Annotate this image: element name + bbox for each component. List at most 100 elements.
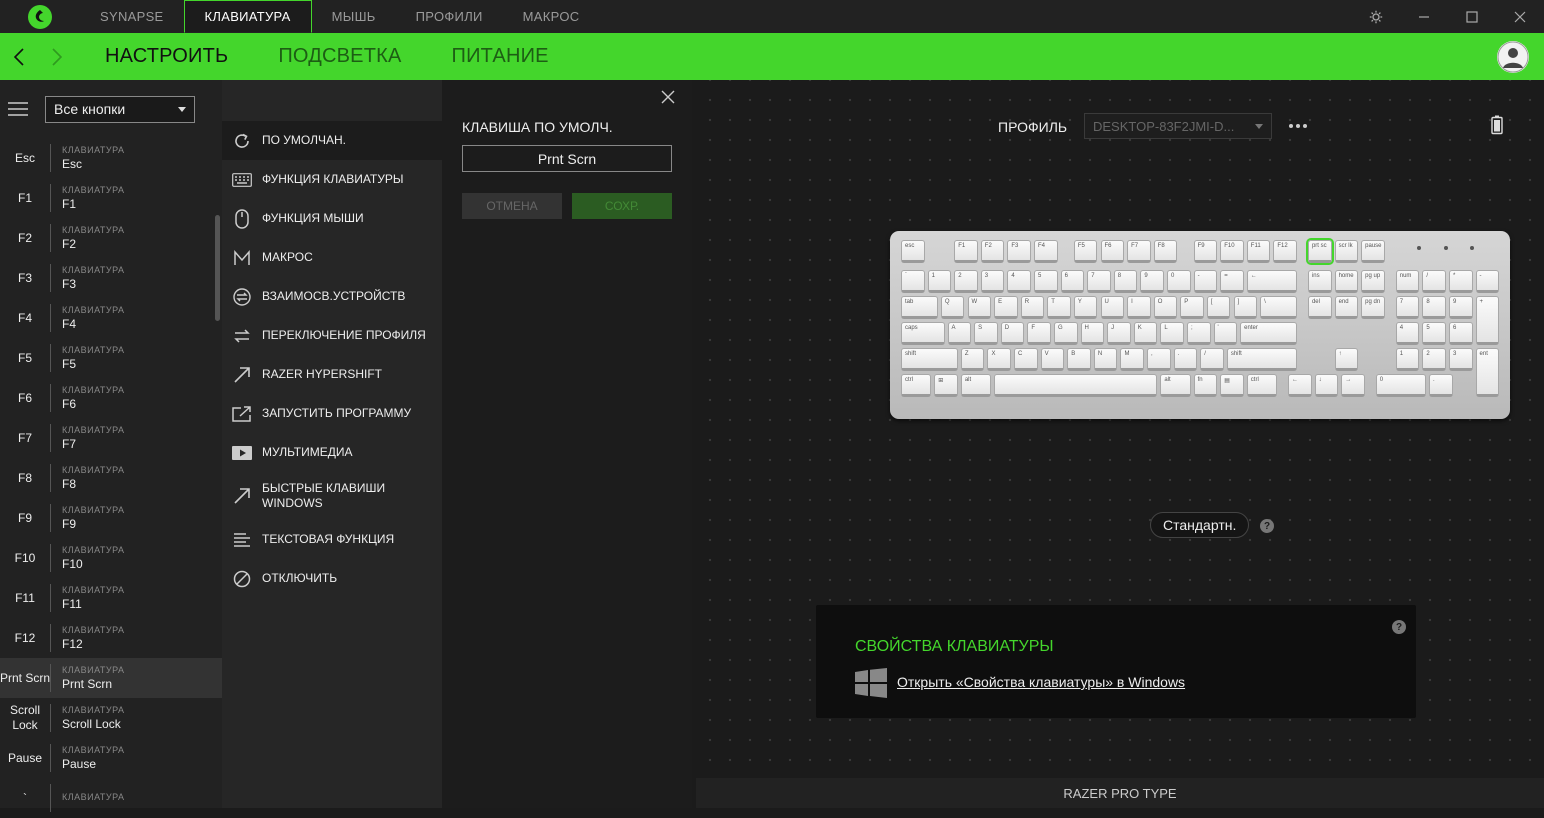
- keycap[interactable]: =: [1220, 269, 1244, 293]
- help-icon[interactable]: ?: [1260, 519, 1274, 533]
- keycap[interactable]: end: [1334, 295, 1359, 319]
- keycap[interactable]: D: [1000, 321, 1025, 345]
- keycap[interactable]: Q: [940, 295, 965, 319]
- keycap[interactable]: alt: [960, 373, 992, 397]
- keycap[interactable]: 3: [980, 269, 1005, 293]
- keycap[interactable]: ;: [1186, 321, 1211, 345]
- key-list-item[interactable]: F2 КЛАВИАТУРА F2: [0, 218, 222, 258]
- back-arrow-icon[interactable]: [0, 33, 38, 80]
- key-list-item[interactable]: F12 КЛАВИАТУРА F12: [0, 618, 222, 658]
- subtab-power[interactable]: ПИТАНИЕ: [452, 45, 549, 68]
- keycap[interactable]: 5: [1034, 269, 1058, 293]
- keycap[interactable]: *: [1448, 269, 1473, 293]
- keycap[interactable]: F11: [1246, 240, 1271, 263]
- keycap[interactable]: [994, 373, 1158, 397]
- keycap[interactable]: E: [994, 295, 1018, 319]
- keycap[interactable]: -: [1193, 269, 1218, 293]
- keycap[interactable]: M: [1120, 347, 1145, 371]
- keycap[interactable]: scr lk: [1334, 240, 1359, 263]
- tab-mouse[interactable]: МЫШЬ: [312, 0, 396, 33]
- keycap[interactable]: X: [987, 347, 1012, 371]
- mode-toggle[interactable]: Стандартн.: [1150, 512, 1250, 538]
- key-list-item[interactable]: Esc КЛАВИАТУРА Esc: [0, 138, 222, 178]
- keycap[interactable]: S: [974, 321, 998, 345]
- keycap[interactable]: pg up: [1361, 269, 1385, 293]
- keycap[interactable]: 2: [954, 269, 978, 293]
- keycap[interactable]: home: [1334, 269, 1359, 293]
- settings-icon[interactable]: [1352, 0, 1400, 33]
- keycap[interactable]: ent: [1475, 347, 1500, 397]
- keycap[interactable]: F1: [954, 240, 978, 263]
- key-list-item[interactable]: F5 КЛАВИАТУРА F5: [0, 338, 222, 378]
- subtab-lighting[interactable]: ПОДСВЕТКА: [278, 45, 401, 68]
- keycap[interactable]: W: [967, 295, 992, 319]
- key-list-item[interactable]: ` КЛАВИАТУРА: [0, 778, 222, 818]
- keycap[interactable]: ▤: [1220, 373, 1244, 397]
- keycap[interactable]: 5: [1422, 321, 1446, 345]
- keycap[interactable]: 2: [1422, 347, 1446, 371]
- keycap[interactable]: ctrl: [1246, 373, 1278, 397]
- tab-macro[interactable]: МАКРОС: [503, 0, 600, 33]
- key-list-item[interactable]: F9 КЛАВИАТУРА F9: [0, 498, 222, 538]
- keycap[interactable]: F8: [1153, 240, 1178, 263]
- keycap[interactable]: O: [1153, 295, 1178, 319]
- close-icon[interactable]: [660, 89, 676, 105]
- scrollbar[interactable]: [215, 215, 220, 321]
- keycap[interactable]: pause: [1361, 240, 1385, 263]
- tab-profiles[interactable]: ПРОФИЛИ: [396, 0, 503, 33]
- keycap[interactable]: del: [1307, 295, 1332, 319]
- function-mouse[interactable]: ФУНКЦИЯ МЫШИ: [222, 199, 442, 238]
- keycap[interactable]: /: [1422, 269, 1446, 293]
- keycap[interactable]: 7: [1395, 295, 1420, 319]
- key-list-item[interactable]: F8 КЛАВИАТУРА F8: [0, 458, 222, 498]
- keycap[interactable]: F12: [1273, 240, 1297, 263]
- function-macro[interactable]: МАКРОС: [222, 238, 442, 277]
- key-list-item[interactable]: Pause КЛАВИАТУРА Pause: [0, 738, 222, 778]
- keycap[interactable]: /: [1200, 347, 1224, 371]
- keycap[interactable]: N: [1093, 347, 1118, 371]
- tab-synapse[interactable]: SYNAPSE: [80, 0, 184, 33]
- keycap[interactable]: G: [1053, 321, 1078, 345]
- key-list-item[interactable]: F11 КЛАВИАТУРА F11: [0, 578, 222, 618]
- keycap[interactable]: \: [1260, 295, 1297, 319]
- keycap[interactable]: U: [1100, 295, 1125, 319]
- key-list-item[interactable]: F10 КЛАВИАТУРА F10: [0, 538, 222, 578]
- save-button[interactable]: СОХР.: [572, 193, 672, 219]
- keycap-selected[interactable]: prt sc: [1307, 240, 1332, 263]
- keycap[interactable]: L: [1160, 321, 1184, 345]
- keycap[interactable]: 9: [1140, 269, 1164, 293]
- keycap[interactable]: F9: [1193, 240, 1218, 263]
- keycap[interactable]: ': [1213, 321, 1238, 345]
- function-switch-profile[interactable]: ПЕРЕКЛЮЧЕНИЕ ПРОФИЛЯ: [222, 316, 442, 355]
- key-list-item[interactable]: F6 КЛАВИАТУРА F6: [0, 378, 222, 418]
- close-icon[interactable]: [1496, 0, 1544, 33]
- function-hypershift[interactable]: RAZER HYPERSHIFT: [222, 355, 442, 394]
- keycap[interactable]: 7: [1087, 269, 1111, 293]
- keycap[interactable]: fn: [1193, 373, 1218, 397]
- keycap[interactable]: ]: [1233, 295, 1258, 319]
- keycap[interactable]: 0: [1375, 373, 1426, 397]
- keycap[interactable]: 4: [1007, 269, 1031, 293]
- function-interdevice[interactable]: ВЗАИМОСВ.УСТРОЙСТВ: [222, 277, 442, 316]
- key-filter-dropdown[interactable]: Все кнопки: [45, 95, 195, 123]
- key-list-item[interactable]: F4 КЛАВИАТУРА F4: [0, 298, 222, 338]
- keycap[interactable]: shift: [1226, 347, 1297, 371]
- keycap[interactable]: F6: [1100, 240, 1125, 263]
- keycap[interactable]: pg dn: [1361, 295, 1385, 319]
- key-list-item[interactable]: Prnt Scrn КЛАВИАТУРА Prnt Scrn: [0, 658, 222, 698]
- keycap[interactable]: B: [1067, 347, 1091, 371]
- maximize-icon[interactable]: [1448, 0, 1496, 33]
- keycap[interactable]: tab: [901, 295, 938, 319]
- keycap[interactable]: Z: [960, 347, 985, 371]
- tab-keyboard[interactable]: КЛАВИАТУРА: [183, 0, 312, 33]
- keycap[interactable]: F5: [1073, 240, 1098, 263]
- keycap[interactable]: ↓: [1314, 373, 1339, 397]
- keycap[interactable]: T: [1047, 295, 1071, 319]
- keycap[interactable]: 3: [1448, 347, 1473, 371]
- keycap[interactable]: .: [1429, 373, 1453, 397]
- keycap[interactable]: C: [1014, 347, 1038, 371]
- keycap[interactable]: I: [1127, 295, 1151, 319]
- keycap[interactable]: [: [1206, 295, 1231, 319]
- function-reset[interactable]: ПО УМОЛЧАН.: [222, 121, 442, 160]
- keycap[interactable]: ,: [1147, 347, 1171, 371]
